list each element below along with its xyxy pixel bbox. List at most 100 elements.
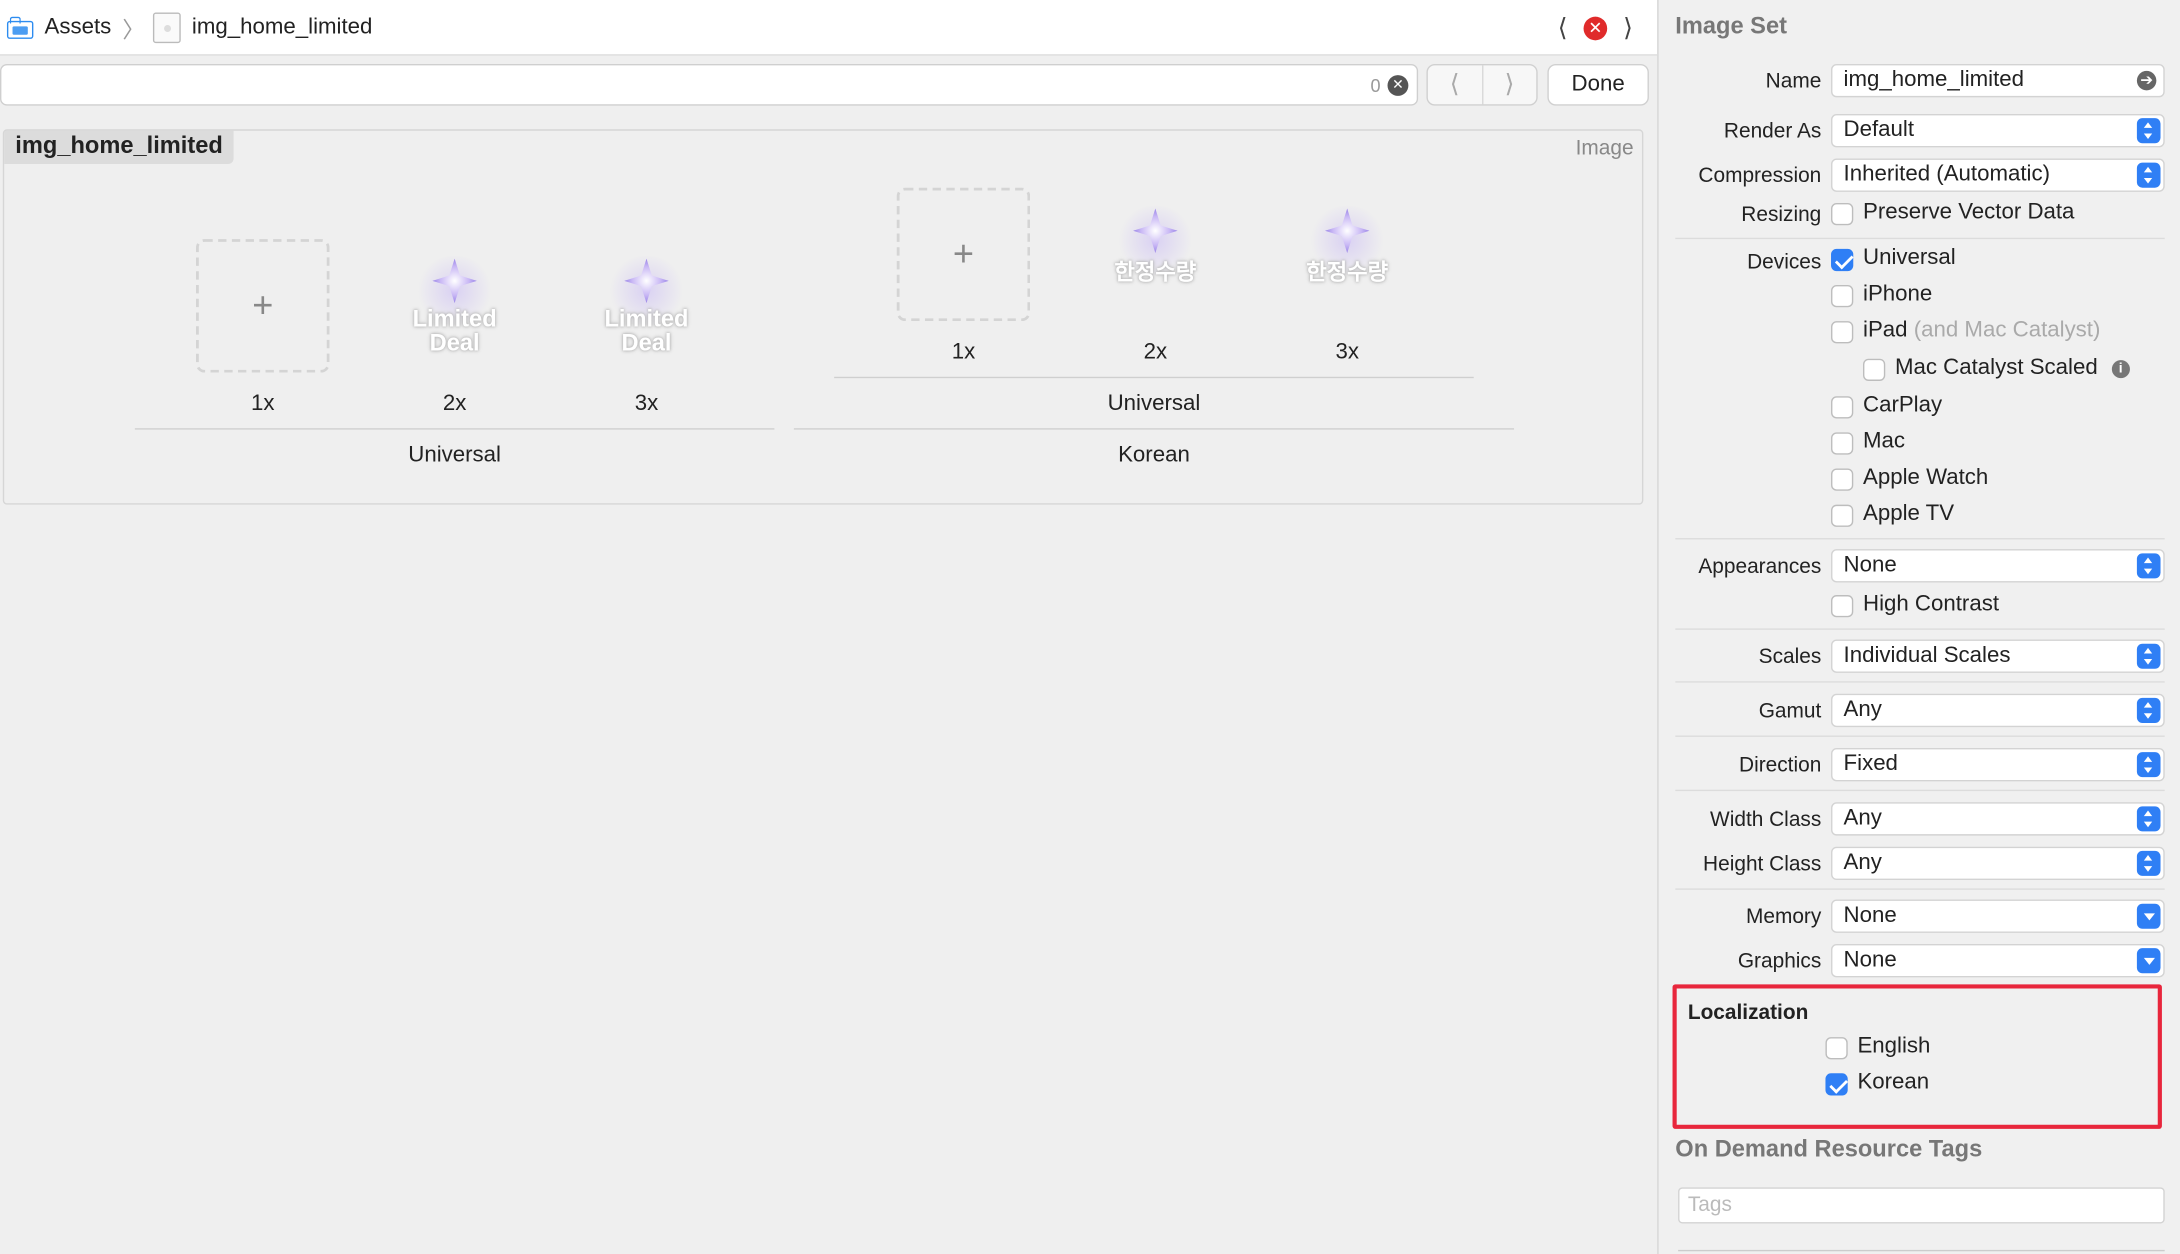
attributes-inspector: Image Set Name img_home_limited ➔ Render … <box>1657 0 2180 1254</box>
mac-catalyst-label: Mac Catalyst Scaled i <box>1895 356 2130 381</box>
divider <box>1675 789 2165 792</box>
iphone-checkbox[interactable] <box>1831 285 1854 308</box>
find-bar: 0 ✕ ⟨ ⟩ Done <box>0 57 1657 115</box>
error-icon[interactable]: ✕ <box>1583 15 1608 40</box>
name-field[interactable]: img_home_limited ➔ <box>1831 63 2165 98</box>
mac-label: Mac <box>1863 429 1906 454</box>
compression-popup[interactable]: Inherited (Automatic) <box>1831 158 2165 192</box>
preserve-vector-checkbox[interactable] <box>1831 202 1854 226</box>
find-previous-button[interactable]: ⟨ <box>1428 65 1483 105</box>
korean-checkbox[interactable] <box>1825 1073 1848 1096</box>
chevron-right-icon: 〉 <box>122 18 145 43</box>
find-input[interactable]: 0 ✕ <box>0 63 1419 106</box>
find-next-button[interactable]: ⟩ <box>1483 65 1537 104</box>
korean-label: Korean <box>1857 1070 1930 1095</box>
divider <box>1675 735 2165 737</box>
memory-label: Memory <box>1745 905 1822 929</box>
render-as-popup[interactable]: Default <box>1831 114 2165 148</box>
chevron-down-icon <box>2136 903 2161 929</box>
apple-watch-label: Apple Watch <box>1863 465 1989 490</box>
group-divider <box>793 428 1515 430</box>
breadcrumb-file[interactable]: img_home_limited <box>192 15 373 40</box>
localization-title: Localization <box>1687 1001 1809 1025</box>
height-class-label: Height Class <box>1703 852 1822 876</box>
carplay-label: CarPlay <box>1863 393 1943 418</box>
scales-label: Scales <box>1758 645 1822 669</box>
odr-tags-title: On Demand Resource Tags <box>1675 1135 1983 1163</box>
divider <box>1675 628 2165 630</box>
apple-tv-label: Apple TV <box>1863 501 1955 526</box>
compression-label: Compression <box>1698 164 1822 188</box>
previous-issue-icon[interactable]: ⟨ <box>1553 14 1572 42</box>
next-issue-icon[interactable]: ⟩ <box>1618 14 1637 42</box>
divider <box>1675 888 2165 890</box>
image-set-kind: Image <box>1575 136 1634 160</box>
high-contrast-label: High Contrast <box>1863 592 2000 616</box>
apple-watch-checkbox[interactable] <box>1831 468 1854 491</box>
go-arrow-icon[interactable]: ➔ <box>2136 70 2157 91</box>
universal-checkbox[interactable] <box>1831 248 1854 272</box>
slot-korean-3x[interactable]: 한정수량 <box>1280 192 1413 325</box>
chevron-down-icon <box>2136 948 2161 974</box>
find-navigation: ⟨ ⟩ <box>1426 63 1538 106</box>
appearances-popup[interactable]: None <box>1831 549 2165 583</box>
popup-arrows-icon <box>2136 643 2161 669</box>
slot-korean-1x[interactable]: + <box>896 187 1031 322</box>
scale-label: 2x <box>1143 340 1168 365</box>
asset-catalog-icon <box>6 15 35 39</box>
graphics-popup[interactable]: None <box>1831 944 2165 978</box>
height-class-popup[interactable]: Any <box>1831 846 2165 881</box>
width-class-popup[interactable]: Any <box>1831 802 2165 836</box>
apple-tv-checkbox[interactable] <box>1831 504 1854 527</box>
subgroup-divider <box>834 376 1474 379</box>
group-divider <box>134 428 775 430</box>
english-checkbox[interactable] <box>1825 1037 1848 1060</box>
breadcrumb-assets[interactable]: Assets <box>44 15 111 40</box>
divider <box>1675 681 2165 683</box>
image-set-title[interactable]: img_home_limited <box>4 130 234 165</box>
scale-label: 1x <box>951 340 976 365</box>
slot-universal-2x[interactable]: Limited Deal <box>388 242 521 375</box>
direction-popup[interactable]: Fixed <box>1831 747 2165 782</box>
clear-search-icon[interactable]: ✕ <box>1387 75 1409 96</box>
add-image-icon: + <box>252 283 274 326</box>
scale-label: 3x <box>1335 340 1359 365</box>
match-count: 0 <box>1370 75 1381 96</box>
group-label-universal: Universal <box>408 443 501 468</box>
english-label: English <box>1857 1034 1931 1059</box>
name-label: Name <box>1765 69 1822 94</box>
done-button[interactable]: Done <box>1547 63 1649 106</box>
memory-popup[interactable]: None <box>1831 899 2165 933</box>
image-set-icon <box>152 11 181 43</box>
appearances-label: Appearances <box>1698 554 1822 579</box>
high-contrast-checkbox[interactable] <box>1831 595 1854 618</box>
info-icon[interactable]: i <box>2111 360 2130 379</box>
iphone-label: iPhone <box>1863 282 1933 306</box>
asset-editor: Assets 〉 img_home_limited ⟨ ✕ ⟩ 0 ✕ ⟨ ⟩ … <box>0 0 1658 1254</box>
popup-arrows-icon <box>2136 162 2161 188</box>
scales-popup[interactable]: Individual Scales <box>1831 639 2165 673</box>
preserve-vector-label: Preserve Vector Data <box>1863 200 2075 224</box>
popup-arrows-icon <box>2136 806 2161 832</box>
slot-universal-1x[interactable]: + <box>196 239 330 373</box>
slot-korean-2x[interactable]: 한정수량 <box>1089 192 1222 325</box>
scale-label: 3x <box>634 392 659 416</box>
ipad-checkbox[interactable] <box>1831 321 1854 344</box>
mac-checkbox[interactable] <box>1831 432 1854 455</box>
mac-catalyst-checkbox[interactable] <box>1863 358 1886 381</box>
jump-bar: Assets 〉 img_home_limited ⟨ ✕ ⟩ <box>0 0 1658 56</box>
add-image-icon: + <box>952 232 975 274</box>
gamut-popup[interactable]: Any <box>1831 693 2165 728</box>
slot-universal-3x[interactable]: Limited Deal <box>580 242 713 375</box>
universal-label: Universal <box>1863 246 1956 270</box>
carplay-checkbox[interactable] <box>1831 396 1854 419</box>
ipad-label: iPad (and Mac Catalyst) <box>1863 318 2101 343</box>
scale-label: 2x <box>442 392 467 416</box>
devices-label: Devices <box>1747 250 1822 274</box>
group-label-korean: Korean <box>1118 443 1190 468</box>
divider <box>1675 538 2165 540</box>
tags-input[interactable]: Tags <box>1678 1187 2165 1224</box>
gamut-label: Gamut <box>1758 699 1822 723</box>
graphics-label: Graphics <box>1737 949 1822 974</box>
popup-arrows-icon <box>2136 850 2161 876</box>
